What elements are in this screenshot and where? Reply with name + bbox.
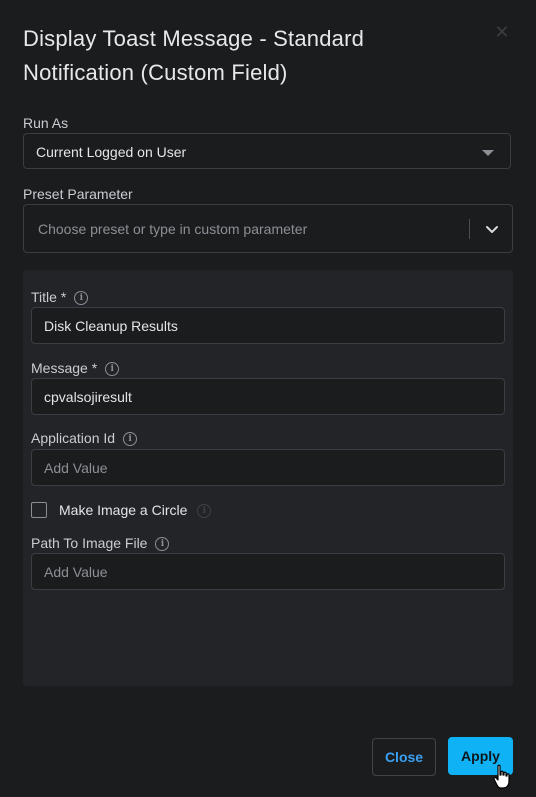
run-as-value: Current Logged on User <box>36 144 187 160</box>
dialog-title: Display Toast Message - Standard Notific… <box>23 26 365 85</box>
run-as-select[interactable]: Current Logged on User <box>23 133 511 169</box>
dialog: Display Toast Message - Standard Notific… <box>0 0 536 797</box>
application-id-label-text: Application Id <box>31 430 116 446</box>
message-field-label: Message * i <box>31 360 120 377</box>
title-input[interactable] <box>31 307 505 344</box>
preset-parameter-combobox[interactable]: Choose preset or type in custom paramete… <box>23 204 513 253</box>
close-button[interactable]: Close <box>372 738 436 776</box>
preset-parameter-placeholder: Choose preset or type in custom paramete… <box>38 221 308 237</box>
info-icon[interactable]: i <box>155 537 170 552</box>
path-to-image-label-text: Path To Image File <box>31 535 148 551</box>
apply-button[interactable]: Apply <box>448 737 513 775</box>
caret-down-icon <box>482 150 494 156</box>
info-icon[interactable]: i <box>197 504 212 519</box>
title-field-label: Title * i <box>31 289 89 306</box>
make-image-circle-label-text[interactable]: Make Image a Circle <box>59 502 187 518</box>
combo-divider <box>469 219 470 239</box>
parameters-panel: Title * i Message * i Application Id i Make… <box>23 270 513 686</box>
message-input[interactable] <box>31 378 505 415</box>
info-icon[interactable]: i <box>74 291 89 306</box>
application-id-field-label: Application Id i <box>31 430 138 447</box>
path-to-image-field-label: Path To Image File i <box>31 535 170 552</box>
preset-parameter-label: Preset Parameter <box>23 186 133 202</box>
close-icon[interactable]: ✕ <box>494 23 510 41</box>
info-icon[interactable]: i <box>105 362 120 377</box>
chevron-down-icon[interactable] <box>482 219 502 239</box>
application-id-input[interactable] <box>31 449 505 486</box>
message-label-text: Message * <box>31 360 98 376</box>
path-to-image-input[interactable] <box>31 553 505 590</box>
run-as-label: Run As <box>23 115 69 131</box>
title-label-text: Title * <box>31 289 67 305</box>
info-icon[interactable]: i <box>123 432 138 447</box>
make-image-circle-field-label: Make Image a Circle i <box>59 502 212 519</box>
make-image-circle-checkbox[interactable] <box>31 502 47 518</box>
